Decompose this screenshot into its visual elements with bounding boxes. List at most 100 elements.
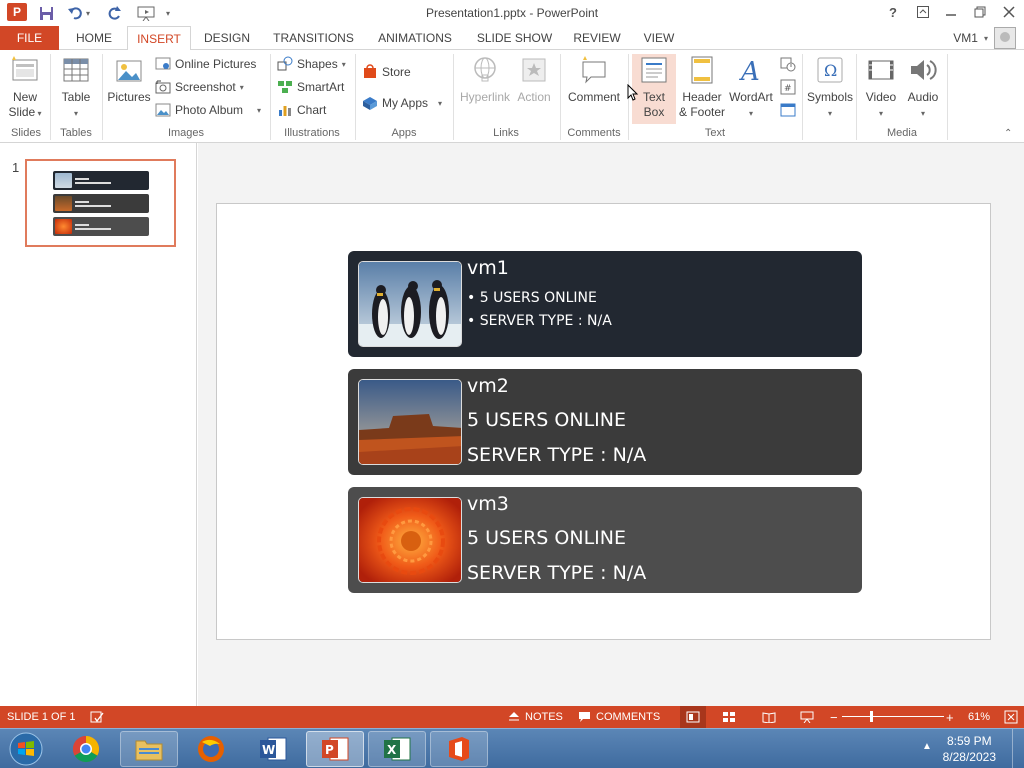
- tab-transitions[interactable]: TRANSITIONS: [266, 26, 361, 50]
- excel-taskbar-button[interactable]: X: [368, 731, 426, 767]
- audio-button[interactable]: Audio ▾: [904, 54, 942, 121]
- spell-check-icon[interactable]: [90, 706, 104, 728]
- file-explorer-taskbar-button[interactable]: [120, 731, 178, 767]
- chrome-taskbar-button[interactable]: [58, 731, 114, 767]
- smartart-icon: [277, 79, 293, 95]
- svg-text:A: A: [739, 57, 760, 84]
- online-pictures-button[interactable]: Online Pictures: [155, 54, 256, 74]
- show-desktop-button[interactable]: [1012, 729, 1024, 768]
- avatar[interactable]: [994, 27, 1016, 49]
- account-dropdown-icon[interactable]: ▾: [984, 34, 988, 43]
- clock-time: 8:59 PM: [946, 734, 992, 748]
- windows-start-icon: [9, 732, 43, 766]
- photo-album-button[interactable]: Photo Album ▾: [155, 100, 261, 120]
- table-button[interactable]: Table ▾: [58, 54, 94, 121]
- date-time-button[interactable]: [780, 54, 796, 74]
- symbols-button[interactable]: Ω Symbols ▾: [806, 54, 854, 121]
- start-button[interactable]: [0, 731, 52, 767]
- ribbon-display-options-icon[interactable]: [910, 2, 936, 22]
- vm-name: vm1: [467, 257, 509, 279]
- powerpoint-taskbar-button[interactable]: P: [306, 731, 364, 767]
- zoom-slider-thumb[interactable]: [870, 711, 873, 722]
- user-name[interactable]: VM1: [953, 31, 978, 45]
- help-icon[interactable]: ?: [880, 2, 906, 22]
- action-button[interactable]: Action: [515, 54, 553, 105]
- chrome-icon: [72, 735, 100, 763]
- zoom-level[interactable]: 61%: [968, 706, 990, 728]
- word-taskbar-button[interactable]: W: [245, 731, 301, 767]
- zoom-slider[interactable]: [842, 716, 944, 717]
- slide-show-view-icon[interactable]: [800, 706, 814, 728]
- hyperlink-button[interactable]: Hyperlink: [458, 54, 512, 105]
- minimize-icon[interactable]: [938, 2, 964, 22]
- screenshot-button[interactable]: Screenshot ▾: [155, 77, 244, 97]
- office-taskbar-button[interactable]: [430, 731, 488, 767]
- normal-view-icon[interactable]: [680, 706, 706, 728]
- tab-view[interactable]: VIEW: [636, 26, 682, 50]
- tab-home[interactable]: HOME: [66, 26, 122, 50]
- header-footer-icon: [686, 54, 718, 86]
- collapse-ribbon-icon[interactable]: ⌃: [1004, 128, 1012, 139]
- comments-button[interactable]: COMMENTS: [578, 706, 660, 728]
- ribbon-tabs: FILE HOME INSERT DESIGN TRANSITIONS ANIM…: [0, 26, 1024, 51]
- vm-card[interactable]: vm1 • 5 USERS ONLINE • SERVER TYPE : N/A: [348, 251, 862, 357]
- firefox-taskbar-button[interactable]: [183, 731, 239, 767]
- close-icon[interactable]: [996, 2, 1022, 22]
- vm-name: vm2: [467, 375, 509, 397]
- restore-icon[interactable]: [967, 2, 993, 22]
- svg-text:Ω: Ω: [824, 61, 837, 80]
- account-area[interactable]: VM1 ▾: [953, 26, 1016, 50]
- my-apps-icon: [362, 95, 378, 111]
- store-button[interactable]: Store: [362, 62, 411, 82]
- svg-text:W: W: [262, 743, 275, 757]
- tab-slide-show[interactable]: SLIDE SHOW: [472, 26, 557, 50]
- show-hidden-icons-button[interactable]: ▲: [922, 741, 932, 752]
- object-icon: [780, 102, 796, 118]
- wordart-button[interactable]: A WordArt ▾: [728, 54, 774, 121]
- video-button[interactable]: Video ▾: [862, 54, 900, 121]
- tab-design[interactable]: DESIGN: [197, 26, 257, 50]
- server-type-text: SERVER TYPE : N/A: [467, 562, 647, 584]
- zoom-in-button[interactable]: +: [946, 706, 954, 728]
- tab-animations[interactable]: ANIMATIONS: [370, 26, 460, 50]
- slide-counter[interactable]: SLIDE 1 OF 1: [7, 706, 75, 728]
- users-online-text: 5 USERS ONLINE: [467, 527, 626, 549]
- folder-icon: [135, 740, 163, 761]
- group-label-slides: Slides: [11, 127, 41, 139]
- object-button[interactable]: [780, 100, 796, 120]
- group-divider: [560, 54, 561, 140]
- slide-number-button[interactable]: #: [780, 77, 796, 97]
- new-slide-button[interactable]: New Slide ▾: [6, 54, 44, 121]
- text-box-icon: [638, 54, 670, 86]
- tab-review[interactable]: REVIEW: [568, 26, 626, 50]
- omega-icon: Ω: [814, 54, 846, 86]
- reading-view-icon[interactable]: [762, 706, 776, 728]
- chart-icon: [277, 102, 293, 118]
- chart-button[interactable]: Chart: [277, 100, 326, 120]
- slide-sorter-icon[interactable]: [722, 706, 736, 728]
- header-footer-button[interactable]: Header & Footer: [677, 54, 727, 120]
- zoom-out-button[interactable]: −: [830, 706, 838, 728]
- window-title: Presentation1.pptx - PowerPoint: [425, 6, 599, 20]
- vm-card[interactable]: vm3 5 USERS ONLINE SERVER TYPE : N/A: [348, 487, 862, 593]
- notes-button[interactable]: NOTES: [508, 706, 563, 728]
- svg-text:P: P: [325, 743, 334, 757]
- tab-file[interactable]: FILE: [0, 26, 59, 50]
- users-online-text: • 5 USERS ONLINE: [467, 290, 597, 306]
- shapes-button[interactable]: Shapes ▾: [277, 54, 346, 74]
- my-apps-button[interactable]: My Apps ▾: [362, 93, 442, 113]
- smartart-button[interactable]: SmartArt: [277, 77, 344, 97]
- slide-canvas[interactable]: vm1 • 5 USERS ONLINE • SERVER TYPE : N/A…: [216, 203, 991, 640]
- fit-slide-icon[interactable]: [1004, 706, 1018, 728]
- pictures-button[interactable]: Pictures: [106, 54, 152, 105]
- slide-thumbnail[interactable]: [25, 159, 176, 247]
- comment-icon: [578, 54, 610, 86]
- taskbar-clock[interactable]: 8:59 PM 8/28/2023: [943, 733, 996, 765]
- comment-button[interactable]: Comment: [565, 54, 623, 105]
- mouse-cursor-icon: [627, 83, 639, 105]
- users-online-text: 5 USERS ONLINE: [467, 409, 626, 431]
- vm-card[interactable]: vm2 5 USERS ONLINE SERVER TYPE : N/A: [348, 369, 862, 475]
- thumbnail-card: [53, 217, 149, 236]
- tab-insert[interactable]: INSERT: [127, 26, 191, 51]
- thumbnail-image: [55, 196, 72, 211]
